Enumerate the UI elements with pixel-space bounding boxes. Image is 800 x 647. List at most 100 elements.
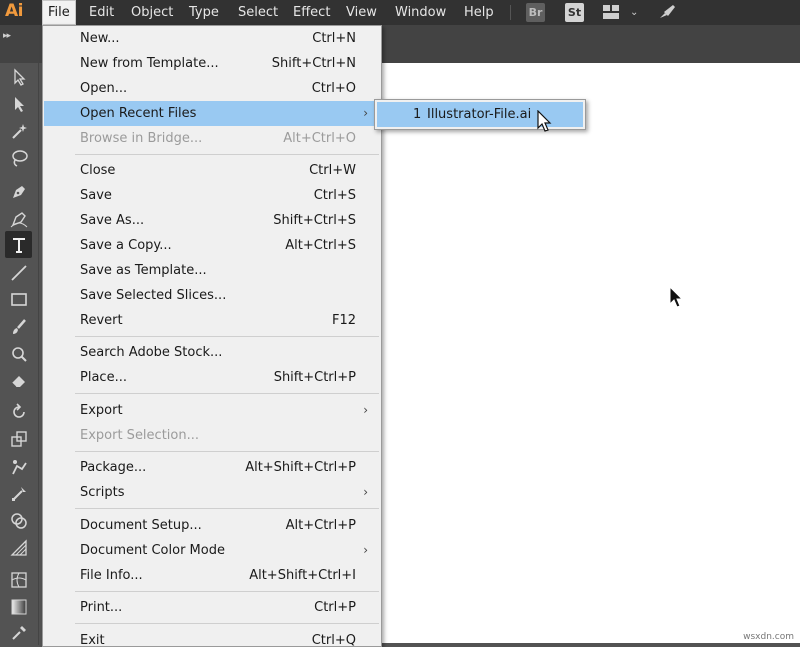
menu-item-label: Package... [80,460,147,475]
puppet-warp-tool-icon[interactable] [5,453,32,480]
menu-item-document-color-mode[interactable]: Document Color Mode › [44,538,380,563]
menu-item-shortcut: Alt+Ctrl+P [285,518,356,533]
menu-select[interactable]: Select [238,0,278,25]
menu-item-open[interactable]: Open... Ctrl+O [44,76,380,101]
lasso-tool-icon[interactable] [5,144,32,171]
menu-item-label: Revert [80,313,123,328]
mesh-tool-icon[interactable] [5,566,32,593]
menu-divider [75,154,379,155]
rectangle-tool-icon[interactable] [5,285,32,312]
rotate-tool-icon[interactable] [5,398,32,425]
bridge-button[interactable]: Br [526,3,545,22]
shape-builder-tool-icon[interactable] [5,507,32,534]
menu-item-shortcut: Shift+Ctrl+S [273,213,356,228]
menu-item-label: Export Selection... [80,428,199,443]
menu-window[interactable]: Window [395,0,446,25]
mouse-pointer-icon [669,286,684,308]
menu-view[interactable]: View [346,0,377,25]
menu-item-new[interactable]: New... Ctrl+N [44,26,380,51]
menu-item-export[interactable]: Export › [44,398,380,423]
recent-file-number: 1 [413,107,422,122]
watermark: wsxdn.com [743,632,794,642]
stock-button[interactable]: St [565,3,584,22]
submenu-arrow-icon: › [363,106,368,120]
menu-item-open-recent-files[interactable]: Open Recent Files › [44,101,380,126]
open-recent-submenu: 1 Illustrator-File.ai [374,99,586,130]
menu-item-label: New... [80,31,120,46]
menu-item-label: Search Adobe Stock... [80,345,223,360]
menu-item-close[interactable]: Close Ctrl+W [44,158,380,183]
menu-effect[interactable]: Effect [293,0,330,25]
workspace-grid-icon[interactable] [603,0,619,25]
menu-item-label: Export [80,403,123,418]
menu-item-save-selected-slices[interactable]: Save Selected Slices... [44,283,380,308]
gradient-tool-icon[interactable] [5,593,32,620]
pen-tool-icon[interactable] [5,178,32,205]
menu-item-shortcut: Alt+Ctrl+O [283,131,356,146]
menu-item-document-setup[interactable]: Document Setup... Alt+Ctrl+P [44,513,380,538]
paintbrush-tool-icon[interactable] [5,313,32,340]
menu-item-save-as[interactable]: Save As... Shift+Ctrl+S [44,208,380,233]
menu-item-package[interactable]: Package... Alt+Shift+Ctrl+P [44,455,380,480]
menu-item-place[interactable]: Place... Shift+Ctrl+P [44,365,380,390]
perspective-grid-tool-icon[interactable] [5,534,32,561]
menu-item-shortcut: Alt+Shift+Ctrl+P [245,460,356,475]
eyedropper-tool-icon[interactable] [5,619,32,646]
menu-edit[interactable]: Edit [89,0,114,25]
magic-wand-tool-icon[interactable] [5,117,32,144]
menu-type[interactable]: Type [189,0,219,25]
rocket-icon[interactable] [658,0,676,25]
menu-item-new-from-template[interactable]: New from Template... Shift+Ctrl+N [44,51,380,76]
menu-item-shortcut: Ctrl+O [311,81,356,96]
menu-item-print[interactable]: Print... Ctrl+P [44,595,380,620]
submenu-arrow-icon: › [363,485,368,499]
chevron-down-icon[interactable]: ⌄ [630,0,638,25]
submenu-arrow-icon: › [363,403,368,417]
eraser-tool-icon[interactable] [5,366,32,393]
menu-item-shortcut: Shift+Ctrl+P [273,370,356,385]
menu-help[interactable]: Help [464,0,494,25]
menu-divider [75,508,379,509]
panel-collapse-icon[interactable]: ▸▸ [3,31,11,41]
menu-item-label: Save as Template... [80,263,207,278]
menu-file[interactable]: File [42,0,76,25]
menu-item-label: Document Color Mode [80,543,225,558]
type-tool-icon[interactable] [5,231,32,258]
menu-item-label: File Info... [80,568,143,583]
menu-item-scripts[interactable]: Scripts › [44,480,380,505]
menu-item-label: Save Selected Slices... [80,288,227,303]
menu-divider [75,451,379,452]
menu-item-label: Print... [80,600,123,615]
selection-tool-icon[interactable] [5,63,32,90]
artboard[interactable] [378,63,800,643]
menu-item-shortcut: Alt+Shift+Ctrl+I [249,568,356,583]
scale-tool-icon[interactable] [5,425,32,452]
line-segment-tool-icon[interactable] [5,259,32,286]
menu-divider [75,393,379,394]
menu-item-file-info[interactable]: File Info... Alt+Shift+Ctrl+I [44,563,380,588]
menu-item-save-as-template[interactable]: Save as Template... [44,258,380,283]
menu-item-shortcut: Ctrl+S [313,188,356,203]
menu-item-shortcut: F12 [331,313,356,328]
menu-item-label: Open Recent Files [80,106,197,121]
menu-item-label: Save a Copy... [80,238,172,253]
menu-bar: Ai File Edit Object Type Select Effect V… [0,0,800,25]
menu-item-save-a-copy[interactable]: Save a Copy... Alt+Ctrl+S [44,233,380,258]
menu-item-save[interactable]: Save Ctrl+S [44,183,380,208]
free-transform-tool-icon[interactable] [5,480,32,507]
menu-item-shortcut: Ctrl+Q [311,633,356,647]
menu-separator [510,5,511,20]
menu-item-exit[interactable]: Exit Ctrl+Q [44,628,380,647]
menu-item-label: Place... [80,370,127,385]
menu-item-label: Document Setup... [80,518,202,533]
direct-selection-tool-icon[interactable] [5,90,32,117]
menu-item-label: Save [80,188,112,203]
menu-divider [75,591,379,592]
menu-item-shortcut: Shift+Ctrl+N [271,56,356,71]
shaper-tool-icon[interactable] [5,340,32,367]
menu-item-search-adobe-stock[interactable]: Search Adobe Stock... [44,340,380,365]
curvature-tool-icon[interactable] [5,205,32,232]
menu-object[interactable]: Object [131,0,173,25]
mouse-pointer-icon [537,110,552,132]
menu-item-revert[interactable]: Revert F12 [44,308,380,333]
